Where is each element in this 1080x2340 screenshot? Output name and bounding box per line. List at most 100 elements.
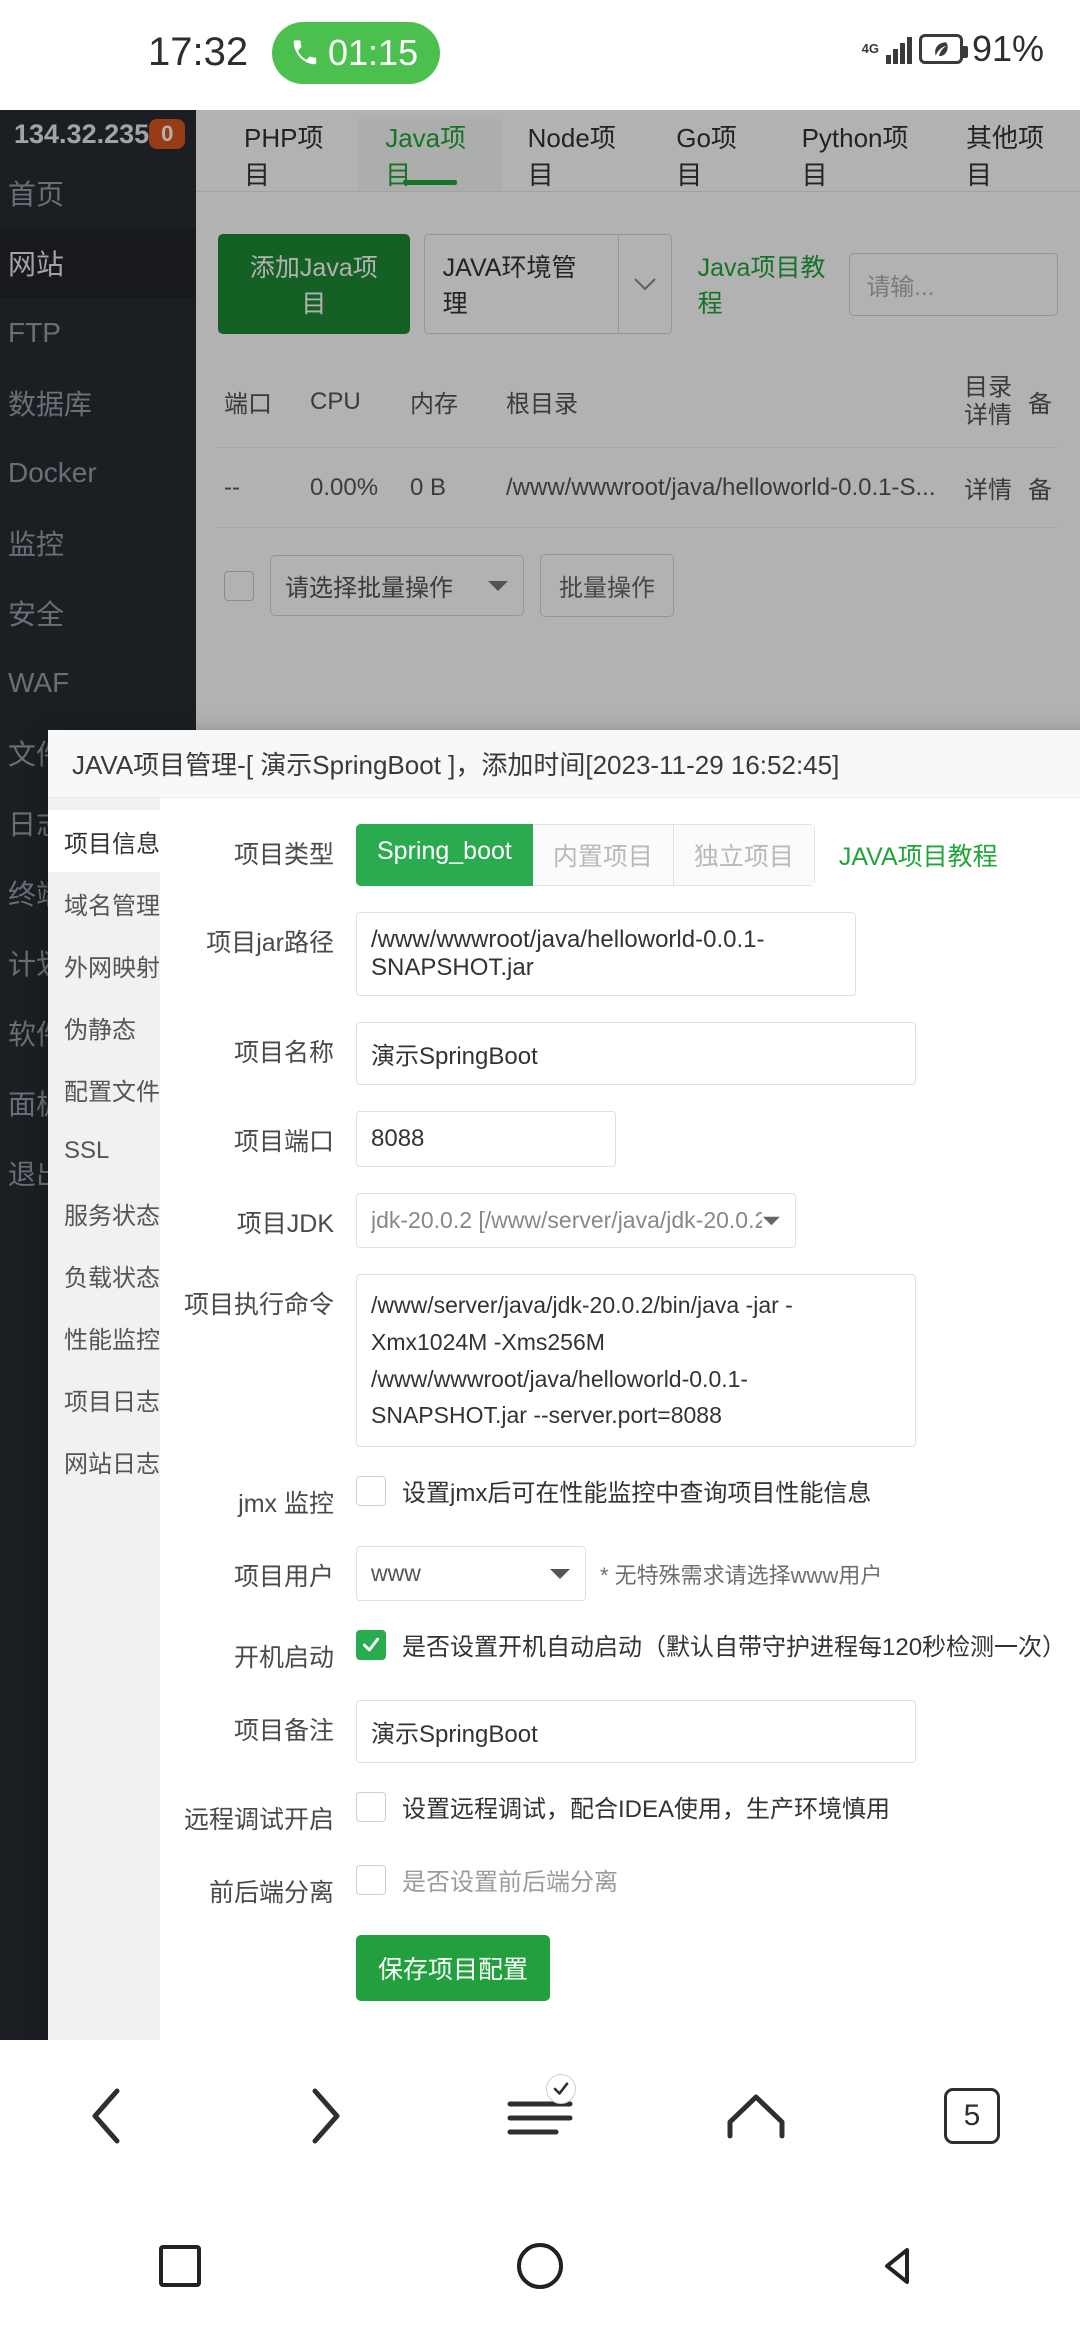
signal-strength-icon bbox=[885, 34, 912, 64]
modal-body: 项目信息 域名管理 外网映射 伪静态 配置文件 SSL 服务状态 负载状态 性能… bbox=[48, 798, 1080, 2040]
label-project-name: 项目名称 bbox=[233, 1039, 334, 1067]
browser-home-button[interactable] bbox=[696, 2066, 816, 2166]
field-project-note: 项目备注 演示SpringBoot bbox=[160, 1700, 1080, 1764]
browser-menu-button[interactable] bbox=[480, 2066, 600, 2166]
label-remote-debug: 远程调试开启 bbox=[183, 1806, 334, 1835]
ongoing-call-pill[interactable]: 01:15 bbox=[272, 22, 441, 84]
jmx-monitor-text: 设置jmx后可在性能监控中查询项目性能信息 bbox=[402, 1480, 872, 1508]
recents-button[interactable] bbox=[135, 2221, 225, 2311]
project-note-input[interactable]: 演示SpringBoot bbox=[356, 1700, 916, 1764]
battery-saver-leaf-icon bbox=[935, 42, 948, 57]
status-indicators: 4G 91% bbox=[862, 28, 1044, 70]
boot-start-text: 是否设置开机自动启动（默认自带守护进程每120秒检测一次） bbox=[402, 1634, 1067, 1662]
modal-nav-external-map[interactable]: 外网映射 bbox=[48, 934, 160, 996]
modal-nav-label: 服务状态 bbox=[64, 1202, 160, 1230]
browser-back-button[interactable] bbox=[48, 2066, 168, 2166]
field-frontend-backend-split: 前后端分离 是否设置前后端分离 bbox=[160, 1862, 1080, 1909]
call-timer: 01:15 bbox=[328, 32, 419, 73]
project-jdk-value: jdk-20.0.2 [/www/server/java/jdk-20.0.2/… bbox=[371, 1207, 763, 1233]
check-icon bbox=[362, 1637, 380, 1652]
modal-nav-performance[interactable]: 性能监控 bbox=[48, 1306, 160, 1368]
boot-start-checkbox[interactable] bbox=[356, 1629, 386, 1660]
java-project-manage-modal: JAVA项目管理-[ 演示SpringBoot ]，添加时间[2023-11-2… bbox=[48, 730, 1080, 2040]
modal-nav-project-info[interactable]: 项目信息 bbox=[48, 810, 160, 872]
browser-bottom-nav: 5 bbox=[0, 2040, 1080, 2192]
modal-nav-label: 性能监控 bbox=[64, 1326, 160, 1354]
remote-debug-checkbox[interactable] bbox=[356, 1791, 386, 1822]
project-type-segmented[interactable]: Spring_boot 内置项目 独立项目 bbox=[356, 824, 815, 886]
label-project-jdk: 项目JDK bbox=[236, 1210, 334, 1238]
menu-update-badge bbox=[546, 2074, 576, 2104]
modal-nav-label: 网站日志 bbox=[64, 1450, 160, 1478]
home-icon bbox=[727, 2094, 785, 2139]
home-button[interactable] bbox=[495, 2221, 585, 2311]
field-project-jdk: 项目JDK jdk-20.0.2 [/www/server/java/jdk-2… bbox=[160, 1193, 1080, 1248]
label-jar-path: 项目jar路径 bbox=[206, 929, 334, 957]
project-user-hint: * 无特殊需求请选择www用户 bbox=[600, 1562, 883, 1588]
modal-side-nav: 项目信息 域名管理 外网映射 伪静态 配置文件 SSL 服务状态 负载状态 性能… bbox=[48, 798, 160, 2040]
label-project-note: 项目备注 bbox=[233, 1717, 334, 1746]
browser-viewport: 134.32.235 0 首页 网站 FTP 数据库 Docker 监控 安全 … bbox=[0, 110, 1080, 2040]
field-project-user: 项目用户 www * 无特殊需求请选择www用户 bbox=[160, 1546, 1080, 1602]
check-icon bbox=[553, 2082, 569, 2095]
type-option-builtin[interactable]: 内置项目 bbox=[532, 824, 674, 886]
frontend-backend-split-checkbox[interactable] bbox=[356, 1864, 386, 1895]
modal-nav-load-status[interactable]: 负载状态 bbox=[48, 1244, 160, 1306]
project-port-input[interactable]: 8088 bbox=[356, 1111, 616, 1167]
modal-title: JAVA项目管理-[ 演示SpringBoot ]，添加时间[2023-11-2… bbox=[48, 730, 1080, 798]
modal-nav-service-status[interactable]: 服务状态 bbox=[48, 1182, 160, 1244]
modal-nav-label: 外网映射 bbox=[64, 954, 160, 982]
phone-screen: 17:32 01:15 4G 91% 134.32.235 0 首页 网站 FT… bbox=[0, 0, 1080, 2340]
jar-path-input[interactable]: /www/wwwroot/java/helloworld-0.0.1-SNAPS… bbox=[356, 912, 856, 996]
back-button[interactable] bbox=[855, 2221, 945, 2311]
browser-forward-button[interactable] bbox=[264, 2066, 384, 2166]
type-option-springboot[interactable]: Spring_boot bbox=[356, 824, 533, 886]
field-project-type: 项目类型 Spring_boot 内置项目 独立项目 JAVA项目教程 bbox=[160, 824, 1080, 886]
battery-percent: 91% bbox=[971, 28, 1044, 69]
label-exec-command: 项目执行命令 bbox=[183, 1291, 334, 1319]
label-project-port: 项目端口 bbox=[233, 1128, 334, 1156]
modal-nav-label: 项目信息 bbox=[64, 830, 160, 858]
field-project-name: 项目名称 演示SpringBoot bbox=[160, 1022, 1080, 1085]
modal-nav-site-log[interactable]: 网站日志 bbox=[48, 1430, 160, 1492]
field-exec-command: 项目执行命令 /www/server/java/jdk-20.0.2/bin/j… bbox=[160, 1274, 1080, 1448]
modal-nav-label: 域名管理 bbox=[64, 892, 160, 920]
field-jmx-monitor: jmx 监控 设置jmx后可在性能监控中查询项目性能信息 bbox=[160, 1473, 1080, 1520]
tab-count-label: 5 bbox=[944, 2088, 1000, 2144]
project-user-value: www bbox=[371, 1560, 421, 1587]
network-type-icon: 4G bbox=[861, 41, 879, 56]
field-remote-debug: 远程调试开启 设置远程调试，配合IDEA使用，生产环境慎用 bbox=[160, 1789, 1080, 1836]
battery-icon bbox=[918, 34, 968, 64]
modal-nav-label: 负载状态 bbox=[64, 1264, 160, 1292]
modal-nav-rewrite[interactable]: 伪静态 bbox=[48, 996, 160, 1058]
jmx-monitor-checkbox[interactable] bbox=[356, 1475, 386, 1506]
caret-down-icon bbox=[550, 1568, 570, 1579]
modal-nav-domain[interactable]: 域名管理 bbox=[48, 872, 160, 934]
modal-nav-config-file[interactable]: 配置文件 bbox=[48, 1058, 160, 1120]
project-jdk-select[interactable]: jdk-20.0.2 [/www/server/java/jdk-20.0.2/… bbox=[356, 1193, 796, 1248]
square-icon bbox=[159, 2245, 201, 2287]
exec-command-textarea[interactable]: /www/server/java/jdk-20.0.2/bin/java -ja… bbox=[356, 1274, 916, 1448]
caret-down-icon bbox=[763, 1216, 781, 1225]
label-project-user: 项目用户 bbox=[233, 1563, 334, 1592]
label-frontend-backend-split: 前后端分离 bbox=[208, 1879, 334, 1908]
browser-tabs-button[interactable]: 5 bbox=[912, 2066, 1032, 2166]
modal-nav-label: 项目日志 bbox=[64, 1388, 160, 1416]
chevron-right-icon bbox=[312, 2088, 340, 2144]
project-user-select[interactable]: www bbox=[356, 1546, 586, 1602]
modal-nav-project-log[interactable]: 项目日志 bbox=[48, 1368, 160, 1430]
java-tutorial-link-modal[interactable]: JAVA项目教程 bbox=[839, 837, 998, 873]
network-type-label: 4G bbox=[861, 41, 879, 56]
modal-nav-ssl[interactable]: SSL bbox=[48, 1120, 160, 1182]
field-project-port: 项目端口 8088 bbox=[160, 1111, 1080, 1167]
android-system-nav bbox=[0, 2192, 1080, 2340]
modal-nav-label: 伪静态 bbox=[64, 1016, 136, 1044]
circle-icon bbox=[517, 2243, 563, 2289]
phone-icon bbox=[293, 40, 317, 65]
remote-debug-text: 设置远程调试，配合IDEA使用，生产环境慎用 bbox=[402, 1796, 891, 1824]
project-name-input[interactable]: 演示SpringBoot bbox=[356, 1022, 916, 1085]
type-option-standalone[interactable]: 独立项目 bbox=[673, 824, 815, 886]
status-bar: 17:32 01:15 4G 91% bbox=[0, 0, 1080, 110]
project-info-form: 项目类型 Spring_boot 内置项目 独立项目 JAVA项目教程 项目ja… bbox=[160, 798, 1080, 2040]
save-project-config-button[interactable]: 保存项目配置 bbox=[356, 1935, 551, 2002]
